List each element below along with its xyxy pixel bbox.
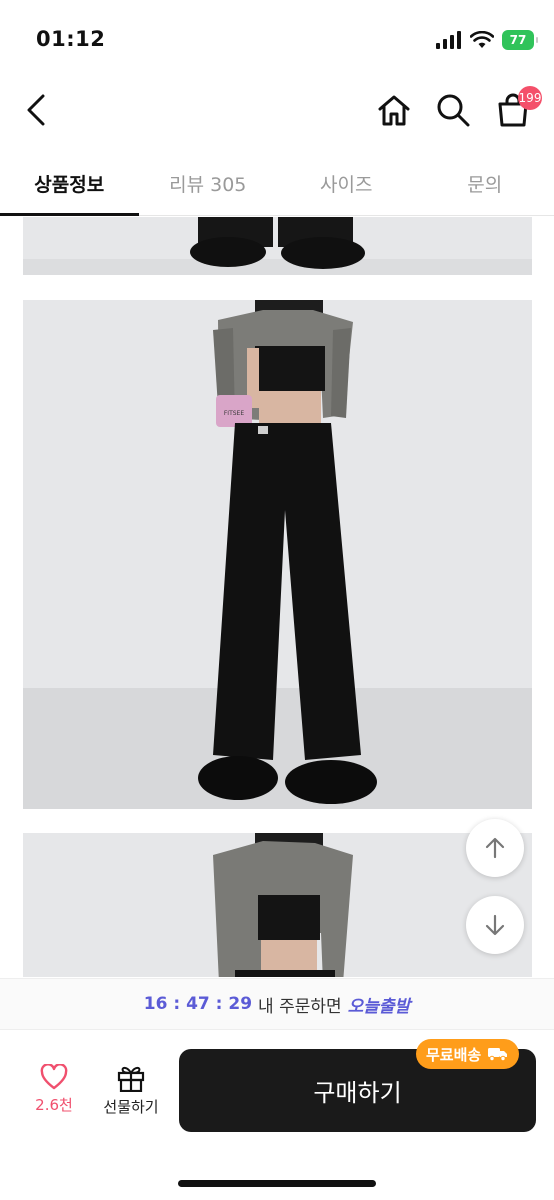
- timer-text: 내 주문하면: [258, 996, 342, 1017]
- status-icons: 77: [436, 30, 538, 50]
- home-icon: [378, 95, 410, 126]
- battery-icon: 77: [502, 30, 538, 50]
- delivery-timer-banner: 16 : 47 : 29 내 주문하면 오늘출발: [0, 978, 554, 1030]
- free-shipping-badge: 무료배송: [416, 1039, 520, 1069]
- home-button[interactable]: [374, 90, 414, 130]
- home-indicator: [178, 1180, 376, 1187]
- free-shipping-label: 무료배송: [426, 1045, 482, 1064]
- wifi-icon: [470, 31, 494, 48]
- battery-level: 77: [509, 33, 527, 47]
- gift-button[interactable]: 선물하기: [96, 1064, 166, 1124]
- tab-bar: 상품정보 리뷰 305 사이즈 문의: [0, 152, 554, 216]
- today-dispatch-label: 오늘출발: [347, 996, 411, 1017]
- like-button[interactable]: 2.6천: [25, 1064, 83, 1124]
- heart-icon: [40, 1064, 68, 1090]
- tab-size[interactable]: 사이즈: [277, 152, 416, 215]
- tab-reviews[interactable]: 리뷰 305: [139, 152, 278, 215]
- back-button[interactable]: [16, 90, 56, 130]
- product-image: [23, 217, 532, 275]
- truck-icon: [488, 1048, 508, 1062]
- pouch-label: FITSEE: [224, 410, 244, 417]
- product-image: [23, 833, 532, 977]
- scroll-up-button[interactable]: [466, 819, 524, 877]
- gift-icon: [117, 1066, 145, 1092]
- chevron-left-icon: [27, 94, 45, 126]
- scroll-down-button[interactable]: [466, 896, 524, 954]
- cart-count-badge: 199: [518, 86, 542, 110]
- arrow-down-icon: [485, 914, 505, 936]
- signal-icon: [436, 31, 461, 49]
- like-count: 2.6천: [35, 1096, 73, 1114]
- search-button[interactable]: [433, 90, 473, 130]
- gift-label: 선물하기: [103, 1098, 159, 1116]
- status-time: 01:12: [36, 27, 106, 51]
- status-bar: 01:12 77: [0, 0, 554, 80]
- product-image: FITSEE: [23, 300, 532, 809]
- countdown-timer: 16 : 47 : 29: [143, 994, 253, 1014]
- tab-product-info[interactable]: 상품정보: [0, 152, 139, 216]
- tab-inquiry[interactable]: 문의: [416, 152, 554, 215]
- search-icon: [437, 94, 470, 127]
- arrow-up-icon: [485, 837, 505, 859]
- top-nav: [0, 80, 554, 142]
